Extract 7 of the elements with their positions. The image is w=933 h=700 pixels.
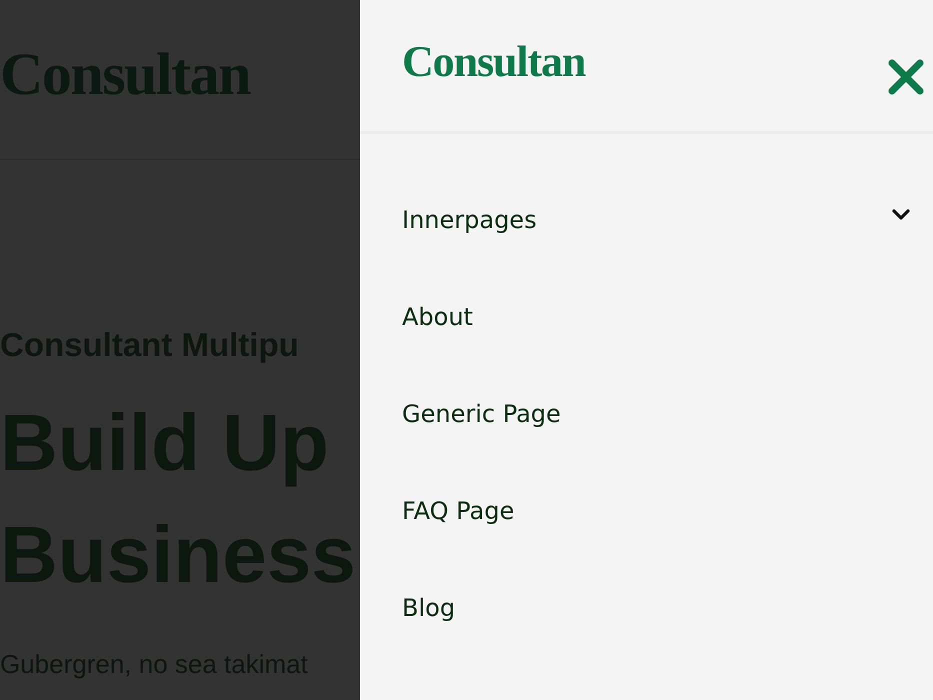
menu-link[interactable]: About	[402, 305, 473, 329]
menu-link[interactable]: Blog	[402, 596, 456, 620]
close-icon	[887, 58, 925, 96]
menu-link[interactable]: Generic Page	[402, 402, 561, 426]
drawer-logo: Consultan	[402, 40, 586, 84]
menu-link[interactable]: Innerpages	[402, 208, 537, 232]
menu-link[interactable]: FAQ Page	[402, 499, 514, 523]
